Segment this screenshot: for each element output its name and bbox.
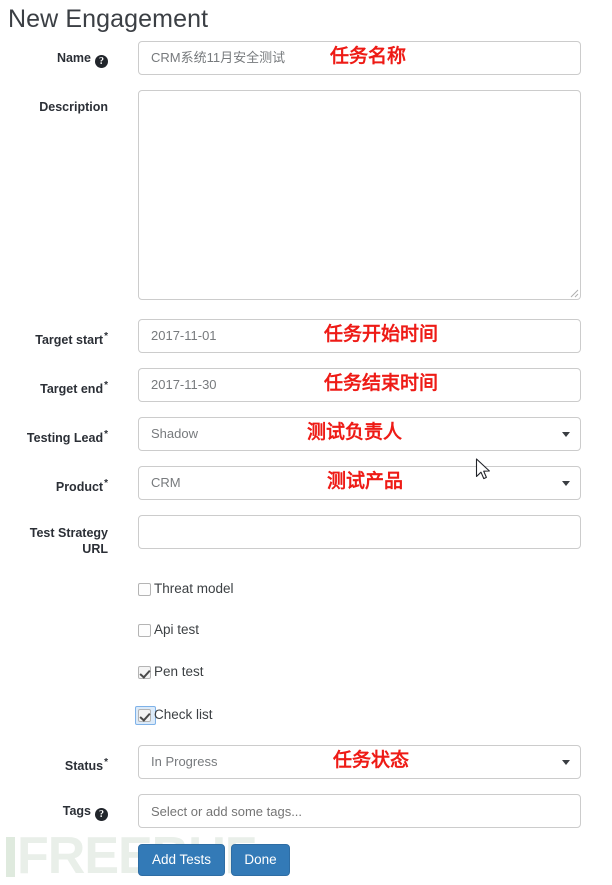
- checkbox-box[interactable]: [138, 709, 151, 722]
- required-asterisk: *: [104, 331, 108, 342]
- testing-lead-value: Shadow: [151, 426, 198, 441]
- label-product: Product*: [0, 476, 108, 495]
- label-status: Status*: [0, 755, 108, 774]
- label-test-strategy-url-line1: Test Strategy: [29, 526, 108, 540]
- tags-input[interactable]: [138, 794, 581, 828]
- checkbox-label: Pen test: [154, 664, 204, 679]
- label-description: Description: [39, 100, 108, 114]
- annotation-status: 任务状态: [333, 749, 410, 771]
- required-asterisk: *: [104, 429, 108, 440]
- required-asterisk: *: [104, 478, 108, 489]
- annotation-name: 任务名称: [330, 45, 407, 67]
- watermark-bar: [6, 837, 15, 877]
- label-test-strategy-url-line2: URL: [82, 542, 108, 556]
- add-tests-button[interactable]: Add Tests: [138, 844, 225, 876]
- label-tags: Tags?: [0, 804, 108, 821]
- label-tags-text: Tags: [62, 804, 91, 818]
- status-value: In Progress: [151, 754, 218, 769]
- chevron-down-icon: [562, 432, 570, 437]
- annotation-product: 测试产品: [327, 470, 404, 492]
- required-asterisk: *: [104, 757, 108, 768]
- label-target-end: Target end*: [0, 378, 108, 397]
- checkbox-label: Api test: [154, 622, 200, 637]
- checkbox-box[interactable]: [138, 624, 151, 637]
- label-target-start-text: Target start: [35, 333, 104, 347]
- annotation-target-start: 任务开始时间: [324, 323, 439, 345]
- engagement-form-page: New Engagement Name? CRM系统11月安全测试 任务名称 D…: [0, 0, 612, 876]
- checkbox-box[interactable]: [138, 666, 151, 679]
- label-test-strategy-url: Test Strategy URL: [0, 525, 108, 557]
- label-name-text: Name: [56, 51, 91, 65]
- label-target-start: Target start*: [0, 329, 108, 348]
- page-title: New Engagement: [8, 5, 209, 33]
- label-product-text: Product: [55, 480, 104, 494]
- test-strategy-url-input[interactable]: [138, 515, 581, 549]
- chevron-down-icon: [562, 481, 570, 486]
- annotation-target-end: 任务结束时间: [324, 372, 439, 394]
- chevron-down-icon: [562, 760, 570, 765]
- required-asterisk: *: [104, 380, 108, 391]
- checkbox-label: Threat model: [154, 581, 234, 596]
- checkbox-label: Check list: [154, 707, 213, 722]
- question-mark-icon[interactable]: ?: [95, 55, 108, 68]
- done-button[interactable]: Done: [231, 844, 290, 876]
- question-mark-icon[interactable]: ?: [95, 808, 108, 821]
- label-testing-lead-text: Testing Lead: [26, 431, 104, 445]
- checkbox-box[interactable]: [138, 583, 151, 596]
- annotation-testing-lead: 测试负责人: [307, 421, 403, 443]
- label-testing-lead: Testing Lead*: [0, 427, 108, 446]
- label-target-end-text: Target end: [40, 382, 104, 396]
- description-textarea[interactable]: [138, 90, 581, 300]
- label-status-text: Status: [64, 759, 104, 773]
- label-name: Name?: [0, 51, 108, 68]
- product-value: CRM: [151, 475, 181, 490]
